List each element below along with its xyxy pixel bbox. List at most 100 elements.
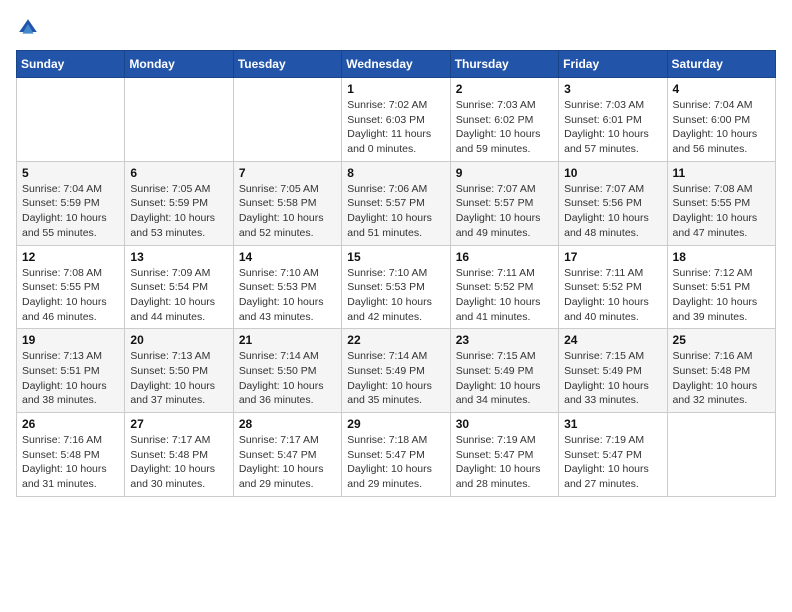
week-row-4: 19 Sunrise: 7:13 AMSunset: 5:51 PMDayligh… [17, 329, 776, 413]
day-info: Sunrise: 7:04 AMSunset: 5:59 PMDaylight:… [22, 182, 119, 241]
calendar-cell: 18 Sunrise: 7:12 AMSunset: 5:51 PMDayligh… [667, 245, 775, 329]
week-row-2: 5 Sunrise: 7:04 AMSunset: 5:59 PMDaylight… [17, 161, 776, 245]
header-friday: Friday [559, 51, 667, 78]
calendar-cell: 14 Sunrise: 7:10 AMSunset: 5:53 PMDayligh… [233, 245, 341, 329]
calendar-cell: 4 Sunrise: 7:04 AMSunset: 6:00 PMDaylight… [667, 78, 775, 162]
week-row-3: 12Sunrise: 7:08 AMSunset: 5:55 PMDayligh… [17, 245, 776, 329]
day-number: 7 [239, 166, 336, 180]
day-info: Sunrise: 7:10 AMSunset: 5:53 PMDaylight:… [347, 266, 444, 325]
day-info: Sunrise: 7:07 AMSunset: 5:57 PMDaylight:… [456, 182, 553, 241]
day-info: Sunrise: 7:14 AMSunset: 5:50 PMDaylight:… [239, 349, 336, 408]
day-info: Sunrise: 7:17 AMSunset: 5:47 PMDaylight:… [239, 433, 336, 492]
day-info: Sunrise: 7:11 AMSunset: 5:52 PMDaylight:… [564, 266, 661, 325]
header-sunday: Sunday [17, 51, 125, 78]
calendar-cell: 27 Sunrise: 7:17 AMSunset: 5:48 PMDayligh… [125, 413, 233, 497]
day-number: 21 [239, 333, 336, 347]
day-number: 17 [564, 250, 661, 264]
calendar-cell: 3Sunrise: 7:03 AMSunset: 6:01 PMDaylight… [559, 78, 667, 162]
calendar-cell: 5 Sunrise: 7:04 AMSunset: 5:59 PMDaylight… [17, 161, 125, 245]
calendar-cell: 19 Sunrise: 7:13 AMSunset: 5:51 PMDayligh… [17, 329, 125, 413]
day-number: 15 [347, 250, 444, 264]
calendar-cell: 28 Sunrise: 7:17 AMSunset: 5:47 PMDayligh… [233, 413, 341, 497]
day-info: Sunrise: 7:18 AMSunset: 5:47 PMDaylight:… [347, 433, 444, 492]
day-info: Sunrise: 7:19 AMSunset: 5:47 PMDaylight:… [564, 433, 661, 492]
calendar-table: SundayMondayTuesdayWednesdayThursdayFrid… [16, 50, 776, 497]
calendar-cell: 1 Sunrise: 7:02 AMSunset: 6:03 PMDaylight… [342, 78, 450, 162]
calendar-cell [233, 78, 341, 162]
calendar-cell: 15 Sunrise: 7:10 AMSunset: 5:53 PMDayligh… [342, 245, 450, 329]
day-number: 16 [456, 250, 553, 264]
day-info: Sunrise: 7:06 AMSunset: 5:57 PMDaylight:… [347, 182, 444, 241]
logo-icon [16, 16, 40, 40]
day-number: 10 [564, 166, 661, 180]
calendar-cell: 24 Sunrise: 7:15 AMSunset: 5:49 PMDayligh… [559, 329, 667, 413]
calendar-cell: 7 Sunrise: 7:05 AMSunset: 5:58 PMDaylight… [233, 161, 341, 245]
day-number: 22 [347, 333, 444, 347]
day-info: Sunrise: 7:04 AMSunset: 6:00 PMDaylight:… [673, 98, 770, 157]
day-number: 18 [673, 250, 770, 264]
calendar-cell [667, 413, 775, 497]
header-tuesday: Tuesday [233, 51, 341, 78]
calendar-cell: 13Sunrise: 7:09 AMSunset: 5:54 PMDayligh… [125, 245, 233, 329]
day-info: Sunrise: 7:03 AMSunset: 6:02 PMDaylight:… [456, 98, 553, 157]
day-info: Sunrise: 7:05 AMSunset: 5:58 PMDaylight:… [239, 182, 336, 241]
header-thursday: Thursday [450, 51, 558, 78]
calendar-cell: 25Sunrise: 7:16 AMSunset: 5:48 PMDayligh… [667, 329, 775, 413]
day-info: Sunrise: 7:09 AMSunset: 5:54 PMDaylight:… [130, 266, 227, 325]
day-info: Sunrise: 7:15 AMSunset: 5:49 PMDaylight:… [564, 349, 661, 408]
calendar-cell [125, 78, 233, 162]
day-number: 2 [456, 82, 553, 96]
day-number: 12 [22, 250, 119, 264]
week-row-1: 1 Sunrise: 7:02 AMSunset: 6:03 PMDaylight… [17, 78, 776, 162]
calendar-cell: 21 Sunrise: 7:14 AMSunset: 5:50 PMDayligh… [233, 329, 341, 413]
calendar-cell: 17 Sunrise: 7:11 AMSunset: 5:52 PMDayligh… [559, 245, 667, 329]
day-number: 26 [22, 417, 119, 431]
calendar-cell: 6Sunrise: 7:05 AMSunset: 5:59 PMDaylight… [125, 161, 233, 245]
day-info: Sunrise: 7:15 AMSunset: 5:49 PMDaylight:… [456, 349, 553, 408]
calendar-cell: 31Sunrise: 7:19 AMSunset: 5:47 PMDayligh… [559, 413, 667, 497]
week-row-5: 26 Sunrise: 7:16 AMSunset: 5:48 PMDayligh… [17, 413, 776, 497]
calendar-cell: 30 Sunrise: 7:19 AMSunset: 5:47 PMDayligh… [450, 413, 558, 497]
day-number: 11 [673, 166, 770, 180]
day-info: Sunrise: 7:02 AMSunset: 6:03 PMDaylight:… [347, 98, 444, 157]
day-number: 9 [456, 166, 553, 180]
day-number: 4 [673, 82, 770, 96]
day-info: Sunrise: 7:14 AMSunset: 5:49 PMDaylight:… [347, 349, 444, 408]
calendar-cell: 29 Sunrise: 7:18 AMSunset: 5:47 PMDayligh… [342, 413, 450, 497]
day-number: 29 [347, 417, 444, 431]
logo [16, 16, 44, 40]
day-number: 24 [564, 333, 661, 347]
day-number: 1 [347, 82, 444, 96]
days-header-row: SundayMondayTuesdayWednesdayThursdayFrid… [17, 51, 776, 78]
day-info: Sunrise: 7:16 AMSunset: 5:48 PMDaylight:… [22, 433, 119, 492]
day-number: 8 [347, 166, 444, 180]
calendar-cell [17, 78, 125, 162]
day-number: 6 [130, 166, 227, 180]
calendar-cell: 23Sunrise: 7:15 AMSunset: 5:49 PMDayligh… [450, 329, 558, 413]
day-number: 30 [456, 417, 553, 431]
day-info: Sunrise: 7:17 AMSunset: 5:48 PMDaylight:… [130, 433, 227, 492]
day-number: 27 [130, 417, 227, 431]
calendar-cell: 22 Sunrise: 7:14 AMSunset: 5:49 PMDayligh… [342, 329, 450, 413]
day-info: Sunrise: 7:11 AMSunset: 5:52 PMDaylight:… [456, 266, 553, 325]
day-info: Sunrise: 7:12 AMSunset: 5:51 PMDaylight:… [673, 266, 770, 325]
calendar-cell: 10 Sunrise: 7:07 AMSunset: 5:56 PMDayligh… [559, 161, 667, 245]
calendar-cell: 9 Sunrise: 7:07 AMSunset: 5:57 PMDaylight… [450, 161, 558, 245]
page-header [16, 16, 776, 40]
header-saturday: Saturday [667, 51, 775, 78]
day-info: Sunrise: 7:10 AMSunset: 5:53 PMDaylight:… [239, 266, 336, 325]
header-wednesday: Wednesday [342, 51, 450, 78]
day-info: Sunrise: 7:13 AMSunset: 5:50 PMDaylight:… [130, 349, 227, 408]
day-number: 28 [239, 417, 336, 431]
day-number: 19 [22, 333, 119, 347]
day-number: 3 [564, 82, 661, 96]
day-info: Sunrise: 7:13 AMSunset: 5:51 PMDaylight:… [22, 349, 119, 408]
day-info: Sunrise: 7:19 AMSunset: 5:47 PMDaylight:… [456, 433, 553, 492]
day-info: Sunrise: 7:08 AMSunset: 5:55 PMDaylight:… [673, 182, 770, 241]
day-info: Sunrise: 7:07 AMSunset: 5:56 PMDaylight:… [564, 182, 661, 241]
day-number: 14 [239, 250, 336, 264]
header-monday: Monday [125, 51, 233, 78]
day-number: 25 [673, 333, 770, 347]
calendar-cell: 16 Sunrise: 7:11 AMSunset: 5:52 PMDayligh… [450, 245, 558, 329]
day-number: 5 [22, 166, 119, 180]
